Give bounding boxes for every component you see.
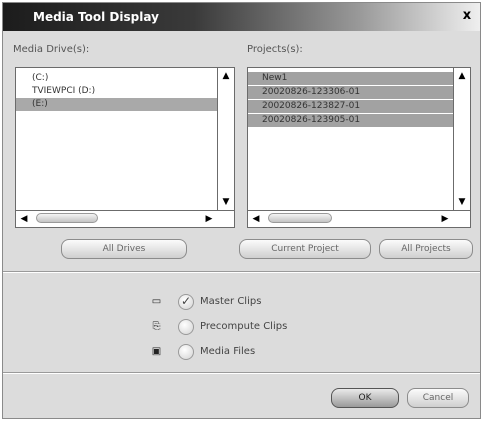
close-icon[interactable]: x: [460, 9, 474, 23]
scroll-down-arrow-icon[interactable]: ▼: [219, 195, 233, 209]
media-files-radio[interactable]: [178, 344, 194, 360]
master-clips-label: Master Clips: [200, 296, 262, 307]
scroll-right-arrow-icon[interactable]: ▶: [202, 212, 216, 226]
list-item[interactable]: (E:): [16, 98, 217, 111]
divider: [3, 372, 480, 374]
title-bar: Media Tool Display x: [3, 3, 480, 31]
list-item[interactable]: 20020826-123905-01: [248, 114, 453, 128]
divider: [3, 271, 480, 273]
all-projects-button[interactable]: All Projects: [379, 239, 473, 259]
list-item[interactable]: 20020826-123827-01: [248, 100, 453, 114]
list-item[interactable]: New1: [248, 72, 453, 86]
media-files-option[interactable]: ▣ Media Files: [150, 344, 290, 360]
projects-vertical-scrollbar[interactable]: ▲ ▼: [453, 68, 470, 210]
scroll-left-arrow-icon[interactable]: ◀: [17, 212, 31, 226]
precompute-clips-icon: ⎘: [152, 321, 161, 332]
list-item[interactable]: 20020826-123306-01: [248, 86, 453, 100]
precompute-clips-option[interactable]: ⎘ Precompute Clips: [150, 319, 310, 335]
master-clips-option[interactable]: ▭ Master Clips: [150, 294, 290, 310]
list-item[interactable]: (C:): [16, 72, 217, 85]
scroll-thumb[interactable]: [36, 213, 98, 223]
media-files-icon: ▣: [151, 346, 162, 357]
scroll-thumb[interactable]: [268, 213, 332, 223]
master-clips-icon: ▭: [151, 296, 162, 307]
dialog-title: Media Tool Display: [33, 10, 159, 24]
projects-items: New1 20020826-123306-01 20020826-123827-…: [248, 68, 453, 210]
media-drives-items: (C:) TVIEWPCI (D:) (E:): [16, 68, 217, 210]
scroll-left-arrow-icon[interactable]: ◀: [249, 212, 263, 226]
precompute-clips-label: Precompute Clips: [200, 321, 288, 332]
ok-button[interactable]: OK: [331, 388, 399, 408]
projects-label: Projects(s):: [247, 44, 303, 55]
cancel-button[interactable]: Cancel: [407, 388, 469, 408]
media-drives-listbox[interactable]: (C:) TVIEWPCI (D:) (E:) ▲ ▼ ◀ ▶: [15, 67, 235, 228]
list-item[interactable]: TVIEWPCI (D:): [16, 85, 217, 98]
projects-horizontal-scrollbar[interactable]: ◀ ▶: [248, 210, 470, 227]
scroll-down-arrow-icon[interactable]: ▼: [455, 195, 469, 209]
scroll-right-arrow-icon[interactable]: ▶: [438, 212, 452, 226]
media-drives-vertical-scrollbar[interactable]: ▲ ▼: [217, 68, 234, 210]
media-tool-display-dialog: Media Tool Display x Media Drive(s): (C:…: [2, 2, 481, 419]
master-clips-radio[interactable]: [178, 294, 194, 310]
all-drives-button[interactable]: All Drives: [61, 239, 187, 259]
current-project-button[interactable]: Current Project: [239, 239, 371, 259]
media-drives-horizontal-scrollbar[interactable]: ◀ ▶: [16, 210, 234, 227]
precompute-clips-radio[interactable]: [178, 319, 194, 335]
media-files-label: Media Files: [200, 346, 256, 357]
scroll-up-arrow-icon[interactable]: ▲: [219, 69, 233, 83]
projects-listbox[interactable]: New1 20020826-123306-01 20020826-123827-…: [247, 67, 471, 228]
media-drives-label: Media Drive(s):: [13, 44, 90, 55]
scroll-up-arrow-icon[interactable]: ▲: [455, 69, 469, 83]
